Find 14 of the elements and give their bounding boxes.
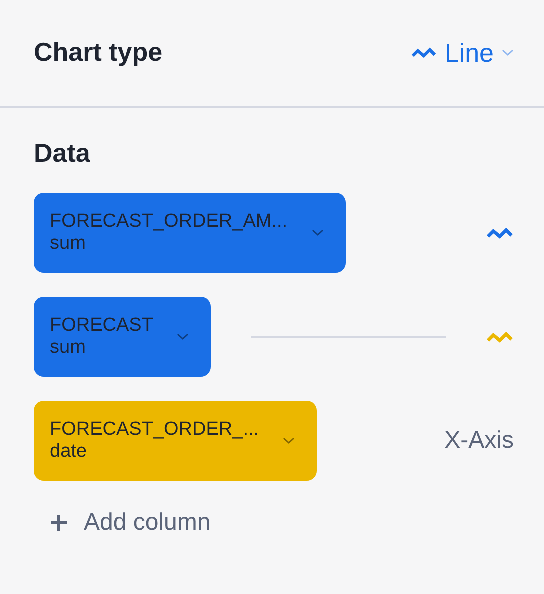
caret-icon — [502, 49, 514, 57]
section-title: Data — [34, 138, 92, 170]
line-chart-icon — [410, 46, 437, 60]
axis-label: X-Axis — [444, 426, 514, 456]
caret-icon — [283, 437, 296, 446]
plus-icon — [50, 514, 68, 532]
column-dropdown[interactable]: FORECAST_ORDER_... date — [34, 401, 318, 482]
caret-icon — [177, 333, 190, 342]
chart-type-dropdown[interactable]: Line — [410, 34, 514, 72]
caret-icon — [312, 229, 324, 238]
column-dropdown[interactable]: FORECAST sum — [34, 297, 212, 378]
column-dropdown[interactable]: FORECAST_ORDER_AM... sum — [34, 193, 346, 274]
add-column-button[interactable]: Add column — [34, 505, 211, 542]
section-title: Chart type — [34, 37, 163, 69]
